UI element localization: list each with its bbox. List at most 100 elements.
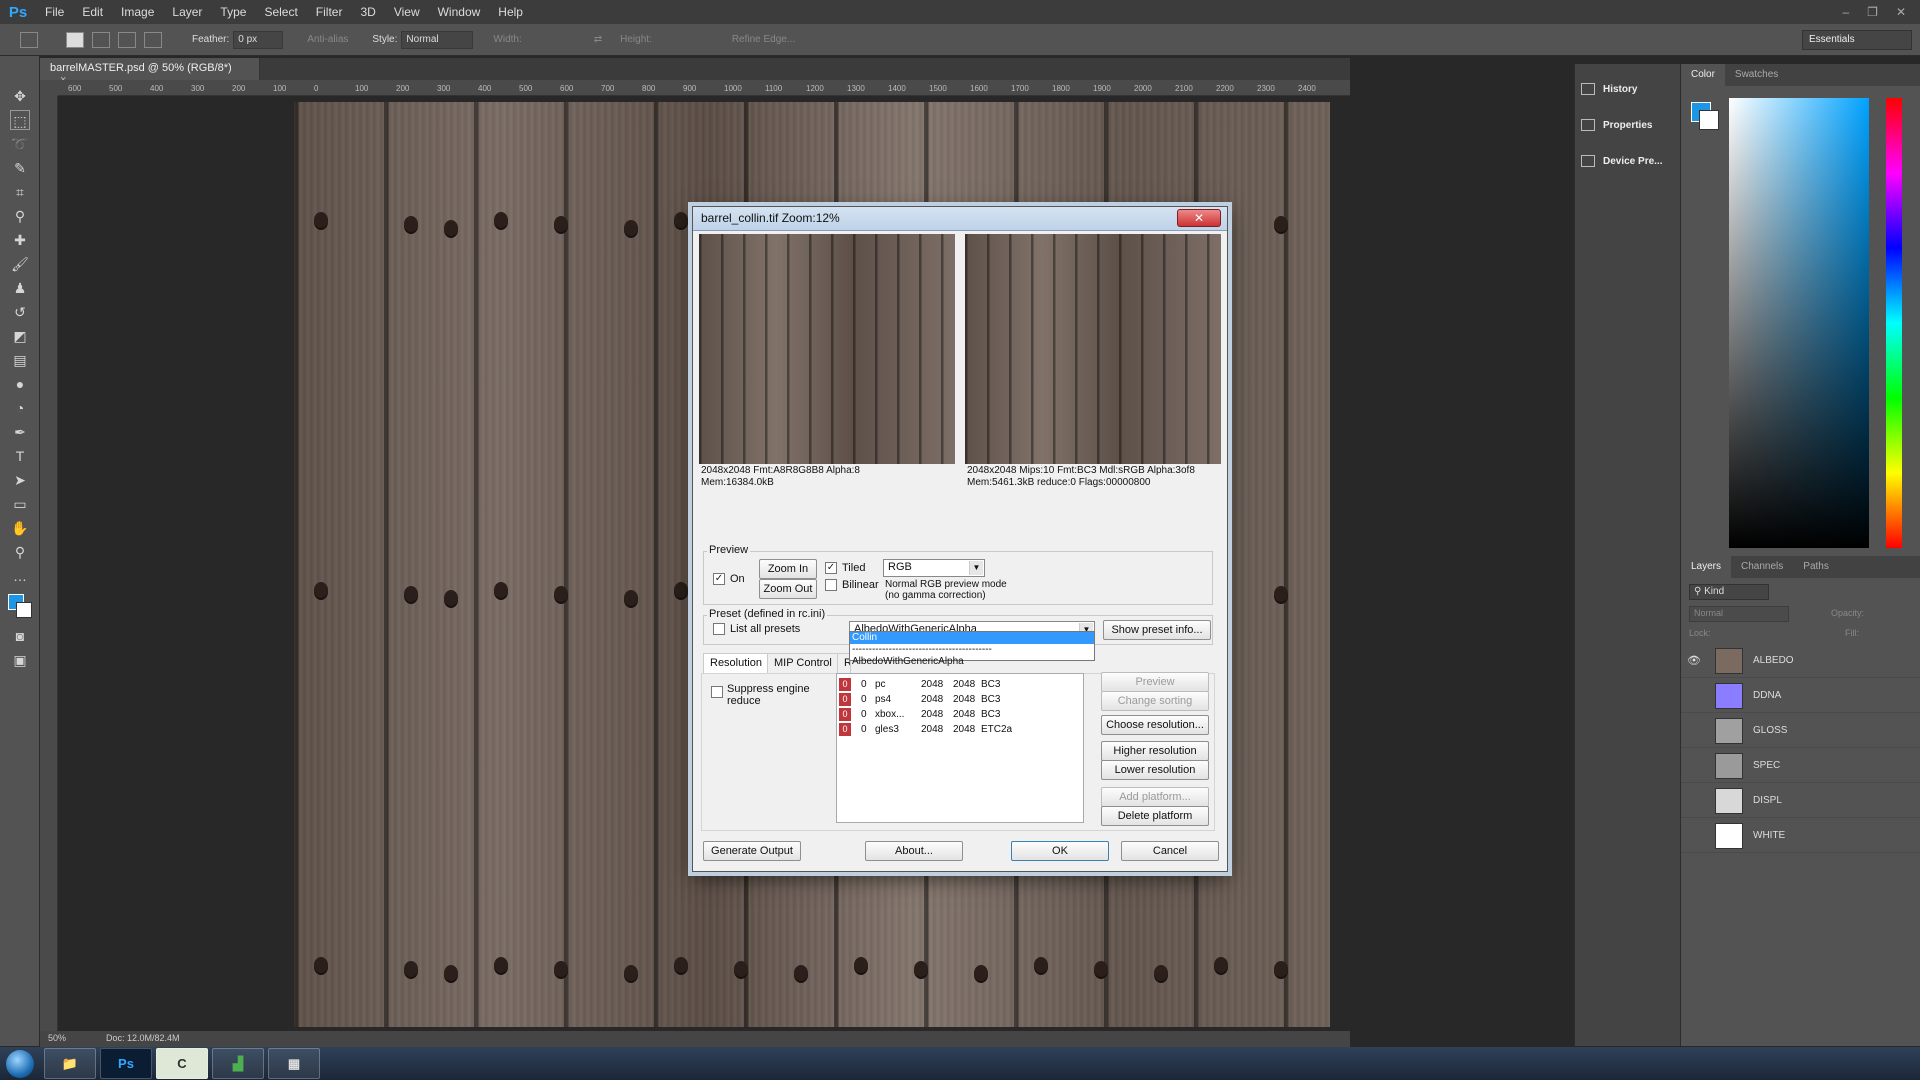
tab-swatches[interactable]: Swatches (1725, 64, 1788, 86)
ok-button[interactable]: OK (1011, 841, 1109, 861)
taskbar-cryengine[interactable]: C (156, 1048, 208, 1079)
subtract-selection-icon[interactable] (118, 31, 136, 48)
eyedropper-tool-icon[interactable]: ⚲ (10, 206, 30, 226)
hand-tool-icon[interactable]: ✋ (10, 518, 30, 538)
type-tool-icon[interactable]: T (10, 446, 30, 466)
platform-row[interactable]: 0 0 ps4 2048 2048 BC3 (839, 693, 1079, 708)
layer-row[interactable]: SPEC (1681, 749, 1920, 783)
bilinear-checkbox[interactable] (825, 579, 837, 591)
shape-tool-icon[interactable]: ▭ (10, 494, 30, 514)
dropdown-item-collin[interactable]: Collin (850, 632, 1094, 644)
dodge-tool-icon[interactable]: ◔ (10, 398, 30, 418)
minimize-button[interactable]: – (1842, 5, 1849, 19)
refine-edge-button[interactable]: Refine Edge... (732, 34, 795, 45)
marquee-preset-icon[interactable] (20, 31, 38, 48)
stamp-tool-icon[interactable]: ♟ (10, 278, 30, 298)
brush-tool-icon[interactable]: 🖌 (10, 254, 30, 274)
device-preview-panel-button[interactable]: Device Pre... (1581, 150, 1677, 172)
add-selection-icon[interactable] (92, 31, 110, 48)
generate-output-button[interactable]: Generate Output (703, 841, 801, 861)
history-brush-tool-icon[interactable]: ↺ (10, 302, 30, 322)
workspace-select[interactable]: Essentials (1802, 29, 1912, 50)
visibility-eye-icon[interactable]: 👁 (1681, 654, 1707, 667)
menu-help[interactable]: Help (489, 5, 532, 19)
quick-mask-icon[interactable]: ◙ (10, 626, 30, 646)
start-button[interactable] (0, 1047, 40, 1080)
tab-paths[interactable]: Paths (1793, 556, 1839, 578)
pen-tool-icon[interactable]: ✒ (10, 422, 30, 442)
blend-mode-select[interactable]: Normal (1689, 606, 1789, 622)
menu-layer[interactable]: Layer (163, 5, 211, 19)
about-button[interactable]: About... (865, 841, 963, 861)
dialog-close-button[interactable]: ✕ (1177, 209, 1221, 227)
tab-mip-control[interactable]: MIP Control (767, 653, 839, 673)
taskbar-calculator[interactable]: ▦ (268, 1048, 320, 1079)
preview-on-checkbox[interactable]: ✓ (713, 573, 725, 585)
crop-tool-icon[interactable]: ⌗ (10, 182, 30, 202)
document-tab[interactable]: barrelMASTER.psd @ 50% (RGB/8*) × (40, 58, 260, 86)
move-tool-icon[interactable]: ✥ (10, 86, 30, 106)
layer-row[interactable]: WHITE (1681, 819, 1920, 853)
layer-row[interactable]: DISPL (1681, 784, 1920, 818)
style-select[interactable]: Normal (401, 30, 474, 49)
background-color-swatch[interactable] (16, 602, 32, 618)
tab-layers[interactable]: Layers (1681, 556, 1732, 578)
vertical-ruler[interactable] (40, 96, 58, 1031)
blur-tool-icon[interactable]: ● (10, 374, 30, 394)
menu-type[interactable]: Type (211, 5, 255, 19)
horizontal-ruler[interactable]: 600 500 400 300 200 100 0 100 200 300 400 500 600 700… (58, 80, 1350, 96)
add-platform-button[interactable]: Add platform... (1101, 787, 1209, 807)
list-all-presets-checkbox[interactable] (713, 623, 725, 635)
menu-view[interactable]: View (385, 5, 429, 19)
platform-row[interactable]: 0 0 gles3 2048 2048 ETC2a (839, 723, 1079, 738)
menu-select[interactable]: Select (255, 5, 306, 19)
marquee-tool-icon[interactable]: ⬚ (10, 110, 30, 130)
menu-3d[interactable]: 3D (351, 5, 384, 19)
menu-filter[interactable]: Filter (307, 5, 352, 19)
layer-filter-select[interactable]: ⚲ Kind (1689, 584, 1769, 600)
history-panel-button[interactable]: History (1581, 78, 1677, 100)
properties-panel-button[interactable]: Properties (1581, 114, 1677, 136)
eraser-tool-icon[interactable]: ◩ (10, 326, 30, 346)
menu-edit[interactable]: Edit (73, 5, 112, 19)
platform-list[interactable]: 0 0 pc 2048 2048 BC3 0 0 ps4 2048 2048 BC3 0 0 xbox...… (836, 673, 1084, 823)
layer-row[interactable]: DDNA (1681, 679, 1920, 713)
color-panel-background[interactable] (1699, 110, 1719, 130)
taskbar-photoshop[interactable]: Ps (100, 1048, 152, 1079)
lasso-tool-icon[interactable]: ➰ (10, 134, 30, 154)
color-field[interactable] (1729, 98, 1869, 548)
menu-window[interactable]: Window (429, 5, 490, 19)
higher-resolution-button[interactable]: Higher resolution (1101, 741, 1209, 761)
change-sorting-button[interactable]: Change sorting (1101, 691, 1209, 711)
platform-row[interactable]: 0 0 pc 2048 2048 BC3 (839, 678, 1079, 693)
close-window-button[interactable]: ✕ (1896, 5, 1906, 19)
healing-tool-icon[interactable]: ✚ (10, 230, 30, 250)
preview-button[interactable]: Preview (1101, 672, 1209, 692)
lower-resolution-button[interactable]: Lower resolution (1101, 760, 1209, 780)
zoom-level[interactable]: 50% (48, 1033, 66, 1045)
zoom-tool-icon[interactable]: ⚲ (10, 542, 30, 562)
gradient-tool-icon[interactable]: ▤ (10, 350, 30, 370)
layer-row[interactable]: 👁 ALBEDO (1681, 644, 1920, 678)
layer-row[interactable]: GLOSS (1681, 714, 1920, 748)
taskbar-chart-app[interactable]: ▟ (212, 1048, 264, 1079)
zoom-out-button[interactable]: Zoom Out (759, 579, 817, 599)
restore-button[interactable]: ❐ (1867, 5, 1878, 19)
dialog-titlebar[interactable]: barrel_collin.tif Zoom:12% ✕ (693, 207, 1227, 231)
menu-image[interactable]: Image (112, 5, 163, 19)
quick-select-tool-icon[interactable]: ✎ (10, 158, 30, 178)
tab-color[interactable]: Color (1681, 64, 1725, 86)
swap-icon[interactable]: ⇄ (594, 34, 602, 45)
choose-resolution-button[interactable]: Choose resolution... (1101, 715, 1209, 735)
tab-channels[interactable]: Channels (1731, 556, 1793, 578)
show-preset-info-button[interactable]: Show preset info... (1103, 620, 1211, 640)
dropdown-item-albedo[interactable]: AlbedoWithGenericAlpha (850, 656, 1094, 668)
path-select-tool-icon[interactable]: ➤ (10, 470, 30, 490)
cancel-button[interactable]: Cancel (1121, 841, 1219, 861)
screen-mode-icon[interactable]: ▣ (10, 650, 30, 670)
antialias-checkbox[interactable]: Anti-alias (307, 34, 348, 45)
new-selection-icon[interactable] (66, 31, 84, 48)
zoom-in-button[interactable]: Zoom In (759, 559, 817, 579)
feather-input[interactable]: 0 px (233, 30, 284, 49)
tiled-checkbox[interactable]: ✓ (825, 562, 837, 574)
